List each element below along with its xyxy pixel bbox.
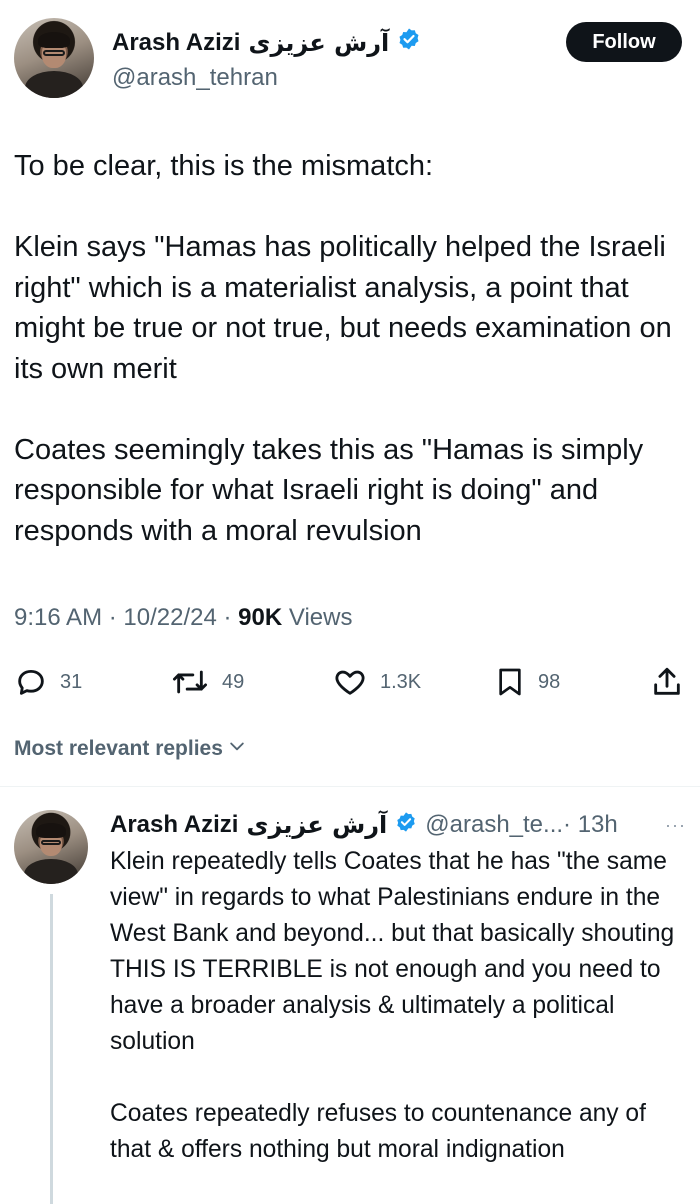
- more-icon[interactable]: ···: [665, 815, 686, 836]
- bookmark-button[interactable]: 98: [494, 662, 560, 702]
- heart-icon: [332, 665, 368, 699]
- meta-separator: ·: [108, 604, 117, 631]
- author-handle[interactable]: @arash_tehran: [112, 64, 278, 92]
- author-name[interactable]: Arash Azizi آرش عزیزی: [112, 27, 421, 58]
- views-count: 90K: [238, 604, 283, 631]
- reply-author-avatar[interactable]: [14, 810, 88, 884]
- tweet-paragraph: To be clear, this is the mismatch:: [14, 150, 434, 182]
- tweet-meta: 9:16 AM · 10/22/24 · 90K Views: [14, 604, 352, 632]
- reply-paragraph: Klein repeatedly tells Coates that he ha…: [110, 848, 675, 1055]
- reply-button[interactable]: 31: [14, 662, 82, 702]
- reply-author-handle[interactable]: @arash_te...: [425, 811, 563, 839]
- tweet-paragraph: Klein says "Hamas has politically helped…: [14, 231, 672, 385]
- author-avatar[interactable]: [14, 18, 94, 98]
- reply-icon: [14, 665, 48, 699]
- reply-text: Klein repeatedly tells Coates that he ha…: [110, 844, 685, 1204]
- reply-count: 31: [60, 670, 83, 693]
- tweet-time[interactable]: 9:16 AM: [14, 604, 102, 631]
- reply-author-name-persian[interactable]: آرش عزیزی: [246, 811, 387, 839]
- reply-author-name[interactable]: Arash Azizi: [110, 811, 238, 839]
- tweet-text: To be clear, this is the mismatch: Klein…: [14, 146, 684, 592]
- thread-line: [50, 894, 53, 1204]
- share-icon: [650, 665, 684, 699]
- author-name-latin: Arash Azizi: [112, 28, 241, 56]
- like-button[interactable]: 1.3K: [332, 662, 421, 702]
- verified-badge-icon: [397, 27, 421, 58]
- repost-button[interactable]: 49: [170, 662, 244, 702]
- bookmark-count: 98: [538, 670, 561, 693]
- views-label: Views: [288, 604, 353, 631]
- tweet-paragraph: Coates seemingly takes this as "Hamas is…: [14, 433, 644, 547]
- tweet-actions: 31 49 1.3K 98: [0, 662, 700, 702]
- tweet-date[interactable]: 10/22/24: [123, 604, 216, 631]
- replies-sort-dropdown[interactable]: Most relevant replies: [14, 736, 247, 762]
- reply-paragraph: Coates repeatedly refuses to countenance…: [110, 1100, 646, 1163]
- verified-badge-icon: [395, 811, 417, 840]
- sort-label: Most relevant replies: [14, 737, 223, 760]
- follow-button[interactable]: Follow: [566, 22, 682, 62]
- like-count: 1.3K: [380, 670, 422, 693]
- author-name-persian: آرش عزیزی: [248, 28, 390, 57]
- meta-separator: ·: [223, 604, 232, 631]
- chevron-down-icon: [227, 736, 247, 762]
- repost-count: 49: [222, 670, 245, 693]
- divider: [0, 786, 700, 787]
- reply-time[interactable]: · 13h: [563, 811, 618, 839]
- reply-header: Arash Azizi آرش عزیزی @arash_te... · 13h: [110, 808, 690, 842]
- bookmark-icon: [494, 665, 526, 699]
- share-button[interactable]: [650, 662, 684, 702]
- repost-icon: [170, 665, 210, 699]
